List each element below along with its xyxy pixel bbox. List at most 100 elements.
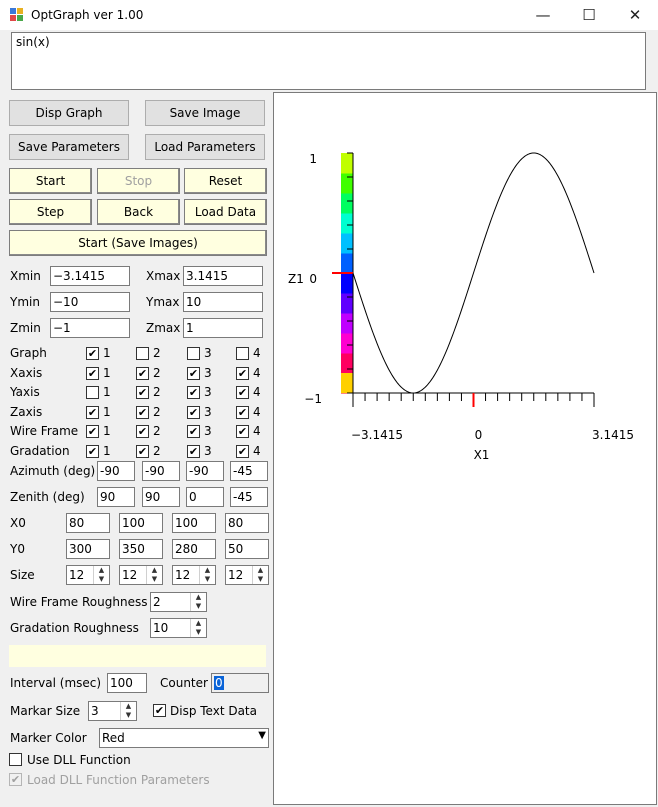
size-3-value: 12 [175,568,191,582]
azimuth-3-input[interactable]: -90 [186,461,224,481]
ymax-input[interactable]: 10 [183,292,263,312]
azimuth-4-input[interactable]: -45 [230,461,268,481]
zenith-4-input[interactable]: -45 [230,487,268,507]
xmin-input[interactable]: −3.1415 [50,266,130,286]
load-dll-parameters-checkbox[interactable]: ✔ [9,773,22,786]
marker-size-label: Markar Size [10,704,81,718]
gradation-bar-segment [341,173,353,194]
size-1-input[interactable]: 12 ▲ ▼ [66,565,110,585]
save-parameters-button[interactable]: Save Parameters [9,134,129,160]
gradation-2-checkbox[interactable]: ✔ [136,444,149,458]
dropdown-arrow-icon[interactable]: ▼ [258,730,266,741]
zmax-input[interactable]: 1 [183,318,263,338]
ymin-input[interactable]: −10 [50,292,130,312]
close-button[interactable]: ✕ [612,0,658,30]
y0-3-input[interactable]: 280 [172,539,216,559]
disp-text-data-checkbox[interactable]: ✔ [153,704,166,717]
y0-3-value: 280 [175,542,198,556]
wire-frame-1-checkbox[interactable]: ✔ [86,425,99,438]
save-image-button[interactable]: Save Image [145,100,265,126]
spinner-arrows-icon[interactable]: ▲ ▼ [120,702,136,720]
gradation-4-checkbox[interactable]: ✔ [236,444,249,458]
yaxis-3-checkbox[interactable]: ✔ [187,386,200,399]
y0-4-input[interactable]: 50 [225,539,269,559]
wire-frame-roughness-spinner[interactable]: 2 ▲ ▼ [150,592,207,612]
wire-frame-3-checkbox[interactable]: ✔ [187,425,200,438]
interval-input[interactable]: 100 [107,673,147,693]
zaxis-1-checkbox[interactable]: ✔ [86,405,99,419]
spinner-arrows-icon[interactable]: ▲ ▼ [190,619,206,637]
y0-1-input[interactable]: 300 [66,539,110,559]
spinner-arrows-icon[interactable]: ▲ ▼ [252,566,268,584]
xaxis-3-checkbox[interactable]: ✔ [187,366,200,380]
counter-field[interactable]: 0 [211,673,269,693]
gradation-row-label: Gradation [10,443,70,458]
gradation-1-checkbox[interactable]: ✔ [86,444,99,458]
gradation-roughness-spinner[interactable]: 10 ▲ ▼ [150,618,207,638]
start-button[interactable]: Start [9,168,92,194]
zenith-1-input[interactable]: 90 [97,487,135,507]
gradation-bar-segment [341,293,353,314]
azimuth-2-input[interactable]: -90 [142,461,180,481]
size-2-input[interactable]: 12 ▲ ▼ [119,565,163,585]
size-3-input[interactable]: 12 ▲ ▼ [172,565,216,585]
wire-frame-1-label: 1 [103,424,111,438]
xaxis-2-checkbox[interactable]: ✔ [136,366,149,380]
zaxis-4-checkbox[interactable]: ✔ [236,405,249,419]
load-parameters-button[interactable]: Load Parameters [145,134,265,160]
load-data-button[interactable]: Load Data [184,199,267,225]
marker-color-select[interactable]: Red ▼ [99,728,269,748]
graph-4-checkbox[interactable] [236,347,249,360]
yaxis-4-checkbox[interactable]: ✔ [236,386,249,399]
spinner-arrows-icon[interactable]: ▲ ▼ [199,566,215,584]
xaxis-1-label: 1 [103,365,111,380]
y0-2-input[interactable]: 350 [119,539,163,559]
azimuth-1-input[interactable]: -90 [97,461,135,481]
zaxis-2-checkbox[interactable]: ✔ [136,405,149,419]
xaxis-1-checkbox[interactable]: ✔ [86,366,99,380]
graph-panel[interactable]: 1 0 −1 Z1 −3.1415 0 3.1415 X1 [273,92,657,805]
wire-frame-4-label: 4 [253,424,261,438]
size-4-input[interactable]: 12 ▲ ▼ [225,565,269,585]
zmin-input[interactable]: −1 [50,318,130,338]
zenith-3-input[interactable]: 0 [186,487,224,507]
graph-2-checkbox[interactable] [136,347,149,360]
back-button[interactable]: Back [97,199,180,225]
yaxis-1-checkbox[interactable] [86,386,99,399]
x-axis-title: X1 [474,448,490,462]
azimuth-1-value: -90 [100,464,120,478]
graph-3-label: 3 [204,346,212,360]
graph-1-checkbox[interactable]: ✔ [86,347,99,360]
zaxis-3-label: 3 [204,404,212,419]
formula-input[interactable]: sin(x) [11,32,646,90]
wire-frame-roughness-label: Wire Frame Roughness [10,595,148,609]
wire-frame-4-checkbox[interactable]: ✔ [236,425,249,438]
yaxis-2-checkbox[interactable]: ✔ [136,386,149,399]
x0-3-input[interactable]: 100 [172,513,216,533]
graph-3-checkbox[interactable] [187,347,200,360]
step-button[interactable]: Step [9,199,92,225]
spinner-arrows-icon[interactable]: ▲ ▼ [93,566,109,584]
xaxis-4-checkbox[interactable]: ✔ [236,366,249,380]
x0-4-input[interactable]: 80 [225,513,269,533]
zenith-2-input[interactable]: 90 [142,487,180,507]
yaxis-row-label: Yaxis [10,385,40,399]
x0-2-input[interactable]: 100 [119,513,163,533]
gradation-3-checkbox[interactable]: ✔ [187,444,200,458]
reset-button[interactable]: Reset [184,168,267,194]
stop-button[interactable]: Stop [97,168,180,194]
use-dll-function-checkbox[interactable] [9,753,22,766]
x0-2-value: 100 [122,516,145,530]
zaxis-3-checkbox[interactable]: ✔ [187,405,200,419]
xmax-input[interactable]: 3.1415 [183,266,263,286]
disp-graph-button[interactable]: Disp Graph [9,100,129,126]
spinner-arrows-icon[interactable]: ▲ ▼ [190,593,206,611]
x0-1-input[interactable]: 80 [66,513,110,533]
use-dll-function-label: Use DLL Function [27,753,131,767]
start-save-images-button[interactable]: Start (Save Images) [9,230,267,256]
wire-frame-2-checkbox[interactable]: ✔ [136,425,149,438]
minimize-button[interactable]: — [520,0,566,30]
spinner-arrows-icon[interactable]: ▲ ▼ [146,566,162,584]
marker-size-spinner[interactable]: 3 ▲ ▼ [88,701,137,721]
maximize-button[interactable]: ☐ [566,0,612,30]
